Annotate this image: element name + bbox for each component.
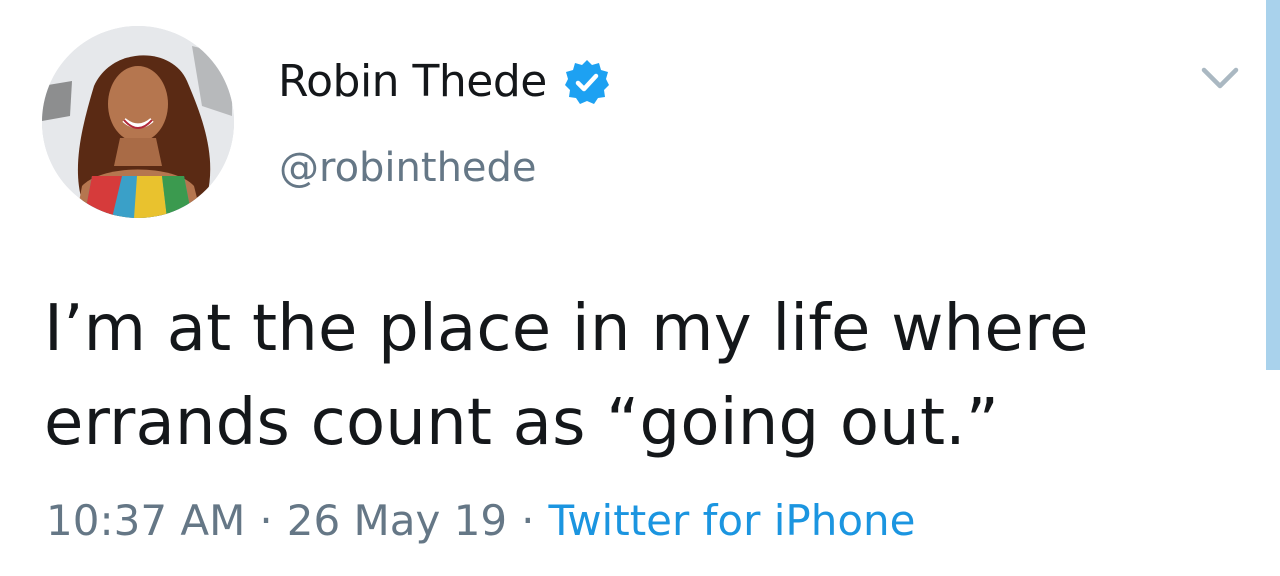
meta-separator: ·: [259, 496, 273, 545]
tweet-metadata: 10:37 AM · 26 May 19 · Twitter for iPhone: [46, 500, 916, 542]
tweet-card: Robin Thede @robinthede I’m at the place…: [0, 0, 1280, 576]
tweet-text: I’m at the place in my life where errand…: [44, 292, 1089, 460]
tweet-source-link[interactable]: Twitter for iPhone: [549, 496, 916, 545]
profile-photo-icon: [42, 26, 234, 218]
author-name-row[interactable]: Robin Thede: [278, 52, 611, 112]
tweet-time[interactable]: 10:37 AM: [46, 496, 245, 545]
meta-separator: ·: [521, 496, 535, 545]
chevron-down-icon[interactable]: [1198, 60, 1242, 96]
scrollbar[interactable]: [1266, 0, 1280, 370]
tweet-date[interactable]: 26 May 19: [287, 496, 507, 545]
author-handle[interactable]: @robinthede: [279, 148, 537, 188]
verified-badge-icon: [564, 60, 609, 104]
author-display-name[interactable]: Robin Thede: [278, 60, 547, 104]
author-avatar[interactable]: [42, 26, 234, 218]
